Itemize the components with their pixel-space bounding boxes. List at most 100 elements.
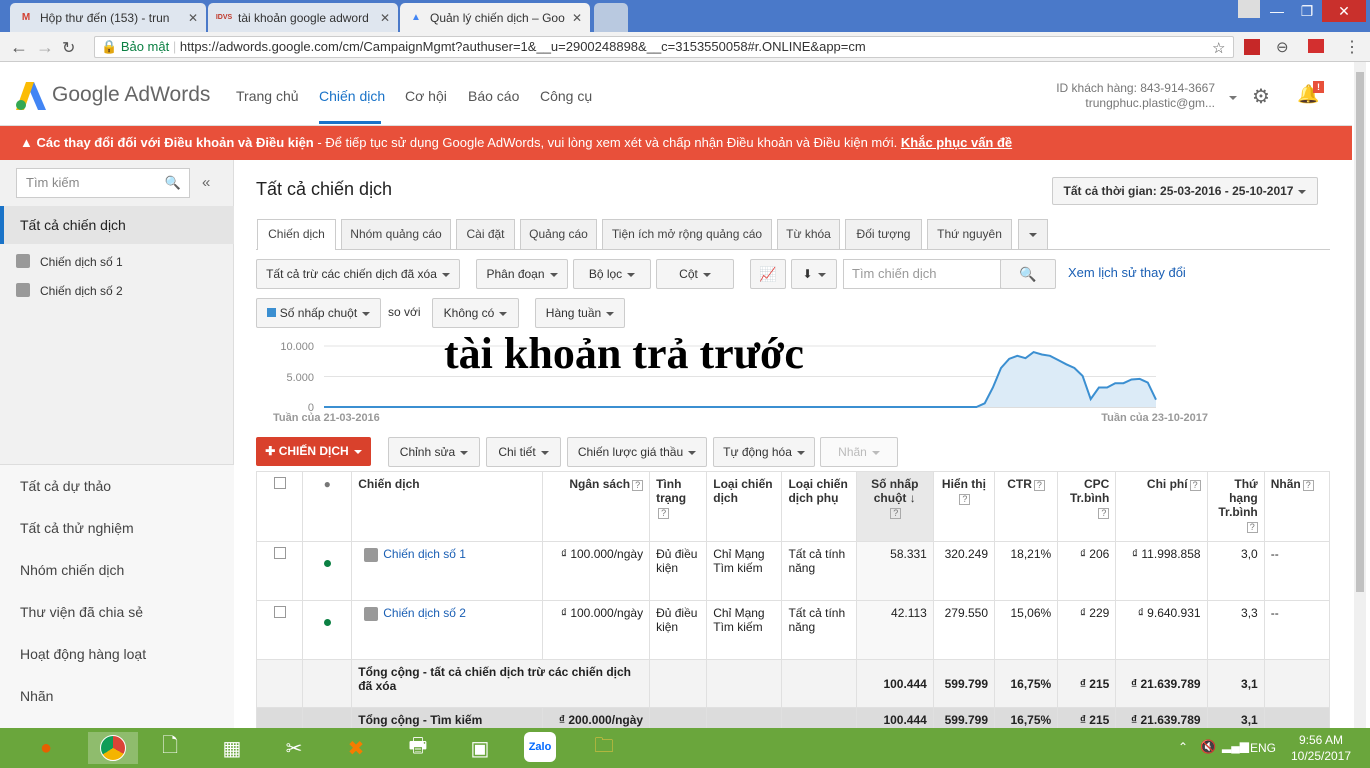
- browser-tab-idvs[interactable]: IDVS tài khoản google adword ✕: [208, 3, 398, 32]
- logo-text[interactable]: Google AdWords: [52, 83, 210, 107]
- col-budget[interactable]: Ngân sách?: [541, 471, 651, 542]
- table-row[interactable]: Chiến dịch số 1 ₫ 100.000/ngày Đủ điều k…: [255, 541, 1331, 601]
- date-range-button[interactable]: Tất cả thời gian: 25-03-2016 - 25-10-201…: [1052, 177, 1318, 205]
- columns-button[interactable]: Cột: [656, 259, 734, 289]
- sidebar-search-input[interactable]: Tìm kiếm 🔍: [16, 168, 190, 198]
- filter-button[interactable]: Bộ lọc: [573, 259, 651, 289]
- col-ctr[interactable]: CTR?: [993, 471, 1059, 542]
- automate-button[interactable]: Tự động hóa: [713, 437, 815, 467]
- help-icon[interactable]: ?: [1302, 480, 1314, 491]
- tab-ad-extensions[interactable]: Tiện ích mở rộng quảng cáo: [602, 219, 772, 249]
- nav-reports[interactable]: Báo cáo: [468, 88, 519, 104]
- col-cost[interactable]: Chi phí?: [1115, 471, 1208, 542]
- new-tab-button[interactable]: [594, 3, 628, 32]
- menu-icon[interactable]: ⋮: [1344, 37, 1360, 57]
- sync-icon[interactable]: ⊖: [1276, 38, 1289, 56]
- period-dropdown[interactable]: Hàng tuần: [535, 298, 625, 328]
- network-icon[interactable]: ▂▄▆: [1222, 739, 1249, 753]
- reload-icon[interactable]: ↻: [62, 38, 75, 58]
- clock-time[interactable]: 9:56 AM: [1292, 733, 1350, 747]
- download-button[interactable]: ⬇: [791, 259, 837, 289]
- tab-keywords[interactable]: Từ khóa: [777, 219, 840, 249]
- close-icon[interactable]: ✕: [572, 11, 582, 25]
- xampp-icon[interactable]: ✖: [338, 732, 374, 764]
- campaign-name-link[interactable]: Chiến dịch số 2: [383, 606, 466, 620]
- minimize-icon[interactable]: —: [1262, 0, 1292, 22]
- chrome-icon[interactable]: [88, 732, 138, 764]
- extension-icon[interactable]: [1308, 39, 1324, 53]
- compare-metric-dropdown[interactable]: Không có: [432, 298, 519, 328]
- sidebar-link-campaign-groups[interactable]: Nhóm chiến dịch: [20, 562, 124, 578]
- tab-campaigns[interactable]: Chiến dịch: [257, 219, 336, 250]
- close-window-icon[interactable]: ✕: [1322, 0, 1366, 22]
- col-cpc[interactable]: CPC Tr.bình?: [1057, 471, 1117, 542]
- snipping-tool-icon[interactable]: ✂: [276, 732, 312, 764]
- search-button[interactable]: 🔍: [1000, 259, 1056, 289]
- col-clicks[interactable]: Số nhấp chuột ↓?: [855, 471, 934, 542]
- file-icon[interactable]: 🗋: [152, 732, 188, 764]
- nav-opportunities[interactable]: Cơ hội: [405, 88, 447, 104]
- firefox-icon[interactable]: ●: [28, 732, 64, 764]
- scrollbar[interactable]: [1354, 62, 1366, 728]
- campaign-filter-dropdown[interactable]: Tất cả trừ các chiến dịch đã xóa: [256, 259, 460, 289]
- details-button[interactable]: Chi tiết: [486, 437, 561, 467]
- profile-icon[interactable]: [1238, 0, 1260, 18]
- app-icon[interactable]: ▦: [214, 732, 250, 764]
- select-all-checkbox[interactable]: [273, 477, 286, 489]
- sidebar-link-drafts[interactable]: Tất cả dự thảo: [20, 478, 111, 494]
- nav-campaigns[interactable]: Chiến dịch: [319, 88, 385, 104]
- speaker-muted-icon[interactable]: 🔇: [1200, 739, 1216, 755]
- budget-value[interactable]: ₫ 100.000/ngày: [561, 606, 643, 620]
- collapse-sidebar-button[interactable]: «: [202, 174, 210, 191]
- metric-dropdown[interactable]: Số nhấp chuột: [256, 298, 381, 328]
- tab-ads[interactable]: Quảng cáo: [520, 219, 597, 249]
- clock-date[interactable]: 10/25/2017: [1286, 749, 1356, 763]
- sidebar-item-all-campaigns[interactable]: Tất cả chiến dịch: [0, 206, 234, 244]
- bidding-button[interactable]: Chiến lược giá thầu: [567, 437, 707, 467]
- more-tabs-button[interactable]: [1018, 219, 1048, 249]
- close-icon[interactable]: ✕: [380, 11, 390, 25]
- folder-icon[interactable]: 🗀: [586, 732, 622, 764]
- col-type[interactable]: Loại chiến dịch: [706, 471, 783, 542]
- col-labels[interactable]: Nhãn?: [1263, 471, 1331, 542]
- sidebar-link-experiments[interactable]: Tất cả thử nghiệm: [20, 520, 134, 536]
- change-history-link[interactable]: Xem lịch sử thay đổi: [1068, 265, 1186, 280]
- budget-value[interactable]: ₫ 100.000/ngày: [561, 547, 643, 561]
- help-icon[interactable]: ?: [632, 480, 644, 491]
- sidebar-link-shared-library[interactable]: Thư viện đã chia sẻ: [20, 604, 143, 620]
- browser-tab-gmail[interactable]: M Hộp thư đến (153) - trun ✕: [10, 3, 206, 32]
- maximize-icon[interactable]: ❐: [1292, 0, 1322, 22]
- col-status[interactable]: Tình trạng?: [649, 471, 708, 542]
- segment-button[interactable]: Phân đoạn: [476, 259, 568, 289]
- campaign-search-input[interactable]: Tìm chiến dịch: [843, 259, 1001, 289]
- help-icon[interactable]: ?: [1189, 480, 1201, 491]
- enabled-status-icon[interactable]: [323, 619, 331, 626]
- extension-icon[interactable]: [1244, 39, 1260, 55]
- tray-up-icon[interactable]: ⌃: [1178, 740, 1188, 754]
- help-icon[interactable]: ?: [658, 508, 670, 519]
- sidebar-link-bulk-operations[interactable]: Hoạt động hàng loạt: [20, 646, 146, 662]
- col-subtype[interactable]: Loại chiến dịch phụ: [781, 471, 857, 542]
- tab-dimensions[interactable]: Thứ nguyên: [927, 219, 1012, 249]
- zalo-icon[interactable]: Zalo: [524, 732, 556, 762]
- help-icon[interactable]: ?: [959, 494, 971, 505]
- table-row[interactable]: Chiến dịch số 2 ₫ 100.000/ngày Đủ điều k…: [255, 600, 1331, 660]
- browser-tab-adwords[interactable]: ▲ Quản lý chiến dịch – Goo ✕: [400, 3, 590, 32]
- forward-icon[interactable]: →: [36, 37, 54, 58]
- back-icon[interactable]: ←: [10, 37, 28, 58]
- close-icon[interactable]: ✕: [188, 11, 198, 25]
- nav-tools[interactable]: Công cụ: [540, 88, 592, 104]
- star-icon[interactable]: ☆: [1212, 39, 1225, 57]
- tab-audiences[interactable]: Đối tượng: [845, 219, 922, 249]
- campaign-name-link[interactable]: Chiến dịch số 1: [383, 547, 466, 561]
- media-icon[interactable]: ▣: [462, 732, 498, 764]
- language-indicator[interactable]: ENG: [1250, 741, 1276, 755]
- help-icon[interactable]: ?: [890, 508, 902, 519]
- row-checkbox[interactable]: [273, 547, 286, 559]
- sidebar-link-labels[interactable]: Nhãn: [20, 688, 53, 704]
- account-email[interactable]: trungphuc.plastic@gm...: [1040, 96, 1215, 110]
- url-input[interactable]: 🔒 Bảo mật | https://adwords.google.com/c…: [94, 36, 1234, 58]
- help-icon[interactable]: ?: [1246, 522, 1258, 533]
- gear-icon[interactable]: ⚙: [1252, 84, 1270, 109]
- tab-ad-groups[interactable]: Nhóm quảng cáo: [341, 219, 451, 249]
